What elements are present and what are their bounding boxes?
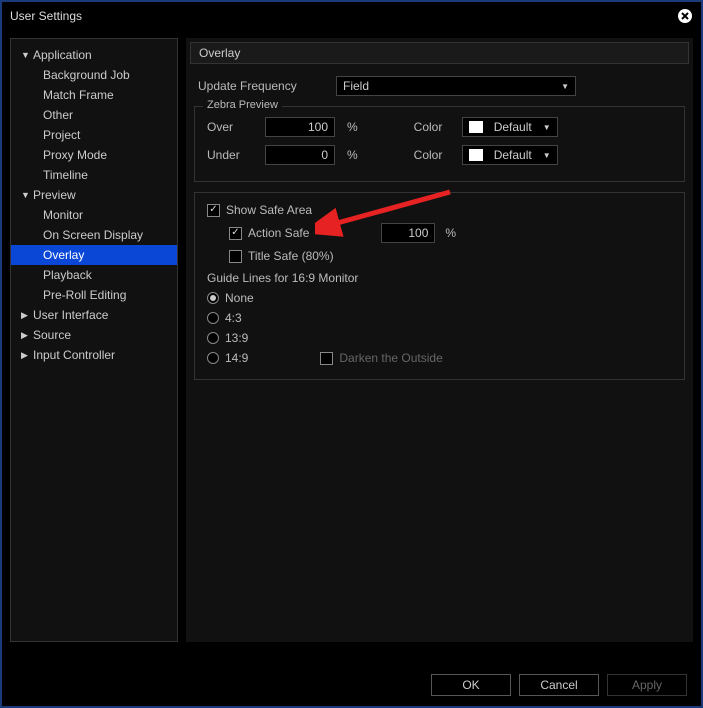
over-color-label: Color <box>414 120 454 134</box>
chevron-right-icon: ▶ <box>21 330 29 341</box>
update-frequency-select[interactable]: Field ▼ <box>336 76 576 96</box>
action-safe-pct: % <box>445 226 456 240</box>
under-color-select[interactable]: Default ▼ <box>462 145 558 165</box>
tree-item-pre-roll-editing[interactable]: Pre-Roll Editing <box>11 285 177 305</box>
action-safe-label: Action Safe <box>248 226 309 240</box>
over-color-select[interactable]: Default ▼ <box>462 117 558 137</box>
color-swatch-icon <box>469 121 483 133</box>
window-title: User Settings <box>10 9 82 23</box>
over-input[interactable] <box>265 117 335 137</box>
tree-item-timeline[interactable]: Timeline <box>11 165 177 185</box>
tree-item-label: Background Job <box>43 68 130 82</box>
tree-item-on-screen-display[interactable]: On Screen Display <box>11 225 177 245</box>
settings-window: User Settings ▼ Application Background Job… <box>0 0 703 708</box>
show-safe-area-checkbox[interactable] <box>207 204 220 217</box>
ok-button[interactable]: OK <box>431 674 511 696</box>
tree-item-label: Other <box>43 108 73 122</box>
chevron-down-icon: ▼ <box>21 50 29 60</box>
tree-item-label: Pre-Roll Editing <box>43 288 126 302</box>
tree-item-label: On Screen Display <box>43 228 143 242</box>
guideline-option: 13:9 <box>207 331 672 345</box>
over-color-value: Default <box>494 120 532 134</box>
color-swatch-icon <box>469 149 483 161</box>
under-input[interactable] <box>265 145 335 165</box>
tree-item-other[interactable]: Other <box>11 105 177 125</box>
under-color-label: Color <box>414 148 454 162</box>
guidelines-heading: Guide Lines for 16:9 Monitor <box>207 271 672 285</box>
tree-item-playback[interactable]: Playback <box>11 265 177 285</box>
apply-label: Apply <box>632 678 662 692</box>
tree-item-application[interactable]: ▼ Application <box>11 45 177 65</box>
tree-item-label: Project <box>43 128 80 142</box>
close-icon[interactable] <box>677 8 693 24</box>
action-safe-checkbox[interactable] <box>229 227 242 240</box>
safe-area-fieldset: Show Safe Area Action Safe % Title Safe … <box>194 192 685 380</box>
tree-item-label: Overlay <box>43 248 84 262</box>
tree-item-label: Timeline <box>43 168 88 182</box>
show-safe-area-label: Show Safe Area <box>226 203 312 217</box>
guideline-option: 14:9 Darken the Outside <box>207 351 672 365</box>
tree-item-label: Input Controller <box>33 348 115 362</box>
over-label: Over <box>207 120 257 134</box>
guideline-option: 4:3 <box>207 311 672 325</box>
guideline-radio-14-9[interactable] <box>207 352 219 364</box>
action-safe-input[interactable] <box>381 223 435 243</box>
darken-outside-checkbox[interactable] <box>320 352 333 365</box>
guideline-label: 4:3 <box>225 311 242 325</box>
tree-item-label: Preview <box>33 188 76 202</box>
tree-item-source[interactable]: ▶ Source <box>11 325 177 345</box>
tree-item-input-controller[interactable]: ▶ Input Controller <box>11 345 177 365</box>
chevron-down-icon: ▼ <box>21 190 29 200</box>
tree-item-label: Match Frame <box>43 88 114 102</box>
update-frequency-label: Update Frequency <box>198 79 328 93</box>
guideline-radio-None[interactable] <box>207 292 219 304</box>
title-safe-checkbox[interactable] <box>229 250 242 263</box>
update-frequency-row: Update Frequency Field ▼ <box>198 76 681 96</box>
chevron-right-icon: ▶ <box>21 350 29 361</box>
tree-item-background-job[interactable]: Background Job <box>11 65 177 85</box>
tree-item-label: Proxy Mode <box>43 148 107 162</box>
cancel-label: Cancel <box>540 678 577 692</box>
guideline-option: None <box>207 291 672 305</box>
cancel-button[interactable]: Cancel <box>519 674 599 696</box>
tree-item-overlay[interactable]: Overlay <box>11 245 177 265</box>
titlebar: User Settings <box>2 2 701 30</box>
tree-item-label: Playback <box>43 268 92 282</box>
tree-item-label: Monitor <box>43 208 83 222</box>
guideline-label: 14:9 <box>225 351 248 365</box>
ok-label: OK <box>462 678 479 692</box>
content-panel: Overlay Update Frequency Field ▼ Zebra P… <box>186 38 693 642</box>
under-label: Under <box>207 148 257 162</box>
guideline-radio-13-9[interactable] <box>207 332 219 344</box>
over-pct: % <box>347 120 358 134</box>
tree-item-user-interface[interactable]: ▶ User Interface <box>11 305 177 325</box>
dialog-body: ▼ Application Background Job Match Frame Oth… <box>2 30 701 650</box>
tree-item-label: Application <box>33 48 92 62</box>
guideline-radio-4-3[interactable] <box>207 312 219 324</box>
tree-item-label: Source <box>33 328 71 342</box>
tree-item-project[interactable]: Project <box>11 125 177 145</box>
under-pct: % <box>347 148 358 162</box>
chevron-down-icon: ▼ <box>561 82 569 91</box>
chevron-right-icon: ▶ <box>21 310 29 321</box>
under-color-value: Default <box>494 148 532 162</box>
title-safe-label: Title Safe (80%) <box>248 249 334 263</box>
tree-item-proxy-mode[interactable]: Proxy Mode <box>11 145 177 165</box>
chevron-down-icon: ▼ <box>543 151 551 160</box>
panel-title: Overlay <box>190 42 689 64</box>
chevron-down-icon: ▼ <box>543 123 551 132</box>
zebra-legend: Zebra Preview <box>203 99 282 111</box>
guideline-label: 13:9 <box>225 331 248 345</box>
settings-tree: ▼ Application Background Job Match Frame Oth… <box>10 38 178 642</box>
update-frequency-value: Field <box>343 79 369 93</box>
tree-item-monitor[interactable]: Monitor <box>11 205 177 225</box>
tree-item-label: User Interface <box>33 308 108 322</box>
zebra-fieldset: Zebra Preview Over % Color Default ▼ Und… <box>194 106 685 182</box>
tree-item-match-frame[interactable]: Match Frame <box>11 85 177 105</box>
apply-button[interactable]: Apply <box>607 674 687 696</box>
dialog-footer: OK Cancel Apply <box>431 674 687 696</box>
darken-outside-label: Darken the Outside <box>339 351 442 365</box>
tree-item-preview[interactable]: ▼ Preview <box>11 185 177 205</box>
guideline-label: None <box>225 291 254 305</box>
